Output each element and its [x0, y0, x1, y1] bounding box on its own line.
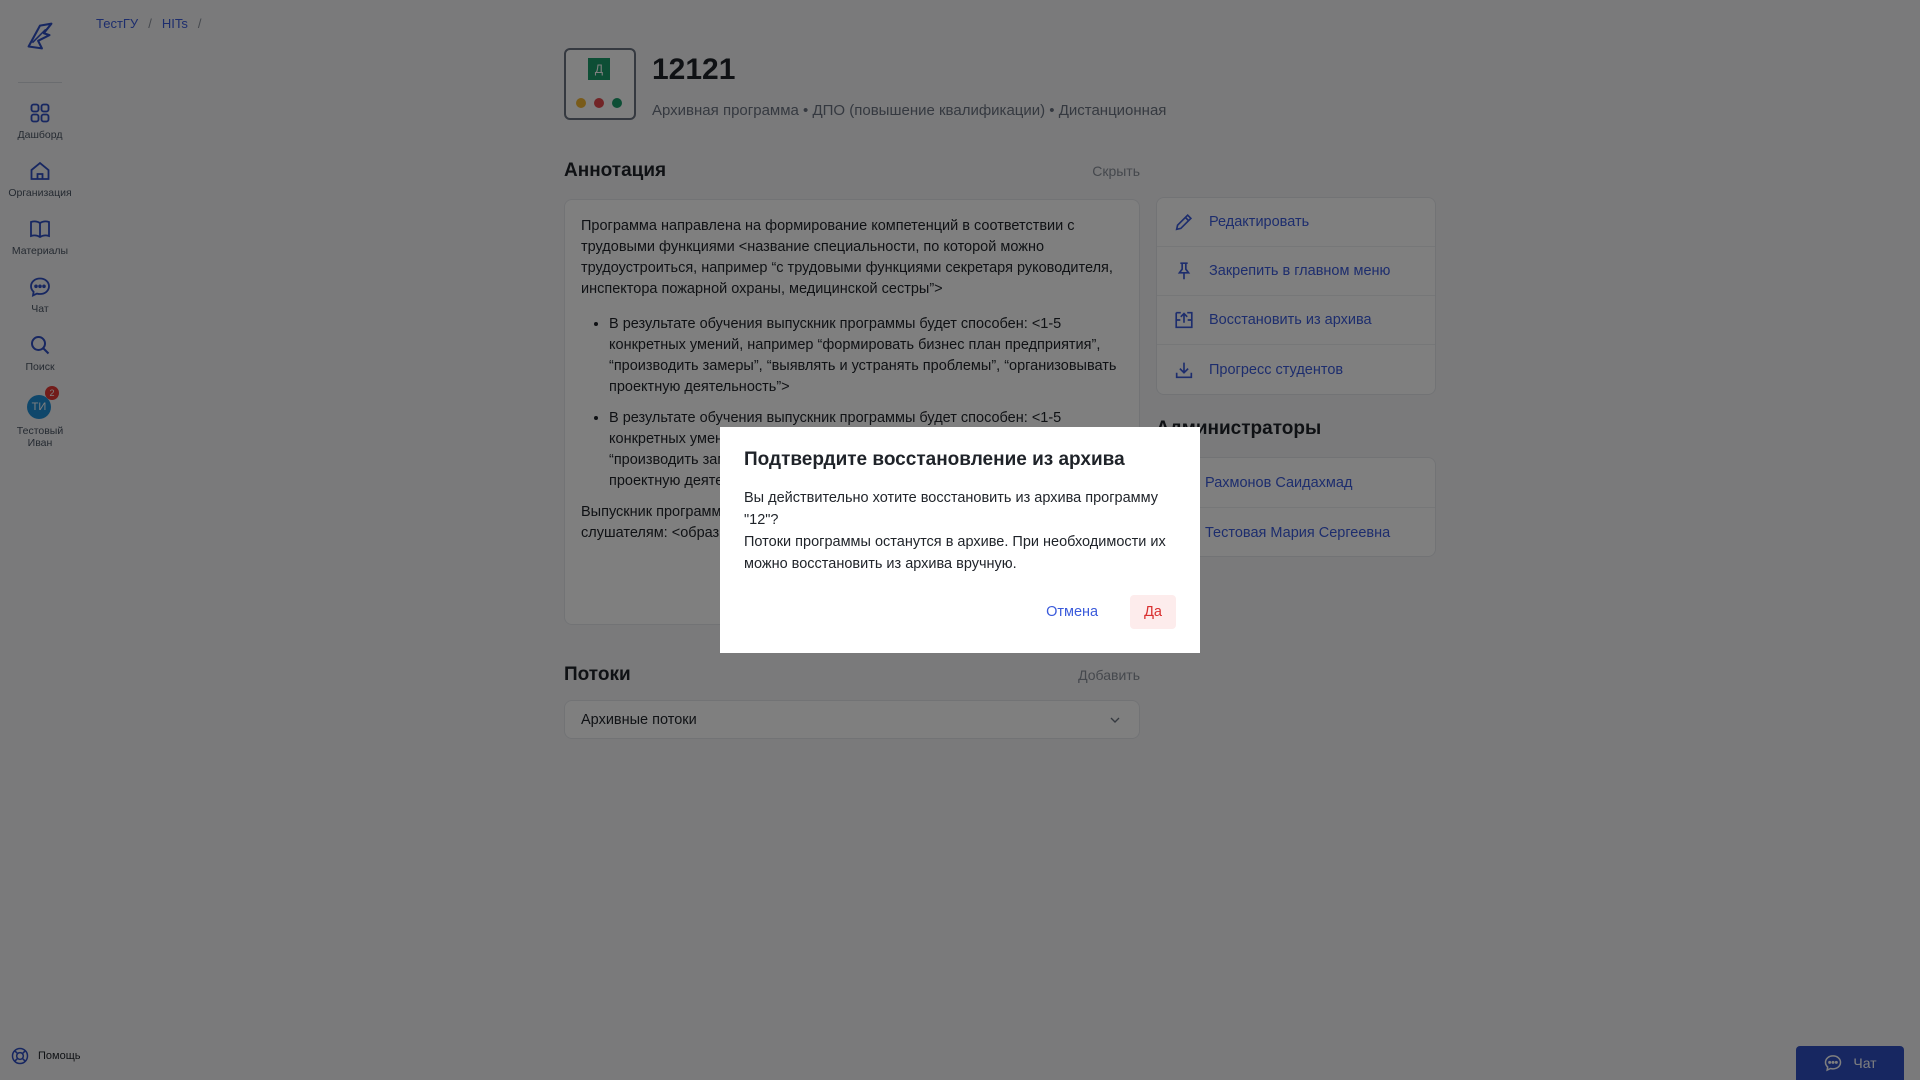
- dialog-text-note: Потоки программы останутся в архиве. При…: [744, 534, 1166, 572]
- dialog-title: Подтвердите восстановление из архива: [744, 449, 1125, 470]
- restore-confirm-dialog: Подтвердите восстановление из архива Вы …: [720, 427, 1200, 653]
- confirm-button[interactable]: Да: [1130, 595, 1176, 629]
- dialog-text-question: Вы действительно хотите восстановить из …: [744, 490, 1158, 528]
- dialog-buttons: Отмена Да: [1026, 595, 1176, 629]
- cancel-button[interactable]: Отмена: [1026, 595, 1118, 629]
